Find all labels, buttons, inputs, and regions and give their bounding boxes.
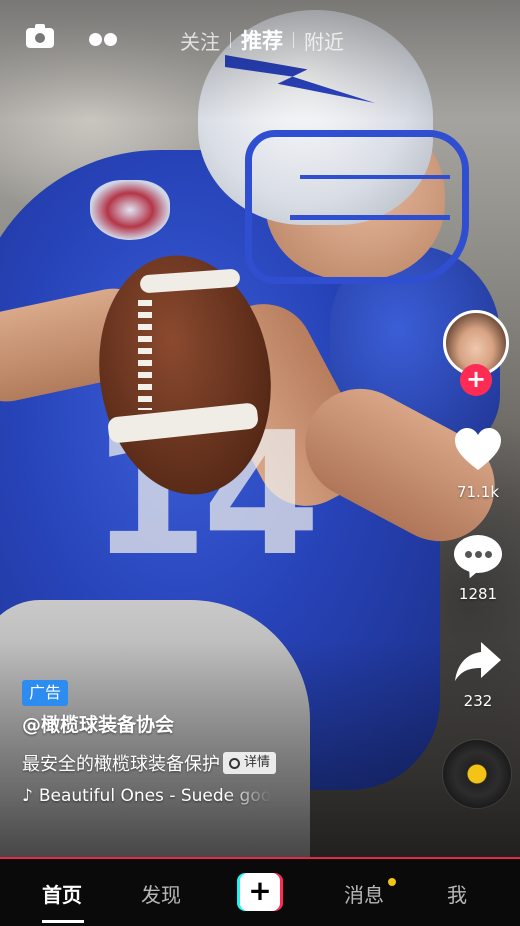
description-text: 最安全的橄榄球装备保护	[22, 754, 220, 775]
comment-action[interactable]: 1281	[438, 535, 518, 603]
comment-icon[interactable]	[454, 535, 502, 581]
nav-me[interactable]: 我	[447, 879, 467, 908]
tab-nearby[interactable]: 附近	[302, 26, 346, 55]
camera-icon[interactable]	[26, 24, 54, 48]
ad-badge: 广告	[22, 680, 69, 706]
comment-count: 1281	[458, 585, 498, 603]
author-name[interactable]: @橄榄球装备协会	[22, 710, 174, 737]
top-shade	[0, 0, 520, 120]
tab-recommended[interactable]: 推荐	[239, 25, 285, 55]
nav-messages[interactable]: 消息	[344, 879, 384, 908]
facemask-bar	[290, 215, 450, 220]
facemask-bar	[300, 175, 450, 179]
like-count: 71.1k	[456, 483, 500, 501]
video-description: 最安全的橄榄球装备保护 详情	[22, 750, 277, 776]
share-count: 232	[463, 692, 493, 710]
jersey-patch	[90, 180, 170, 240]
bottom-nav: 首页 发现 + 消息 我	[0, 859, 520, 926]
nav-active-indicator	[42, 920, 84, 923]
tab-divider	[293, 32, 294, 48]
link-icon	[226, 755, 243, 771]
nav-discover[interactable]: 发现	[141, 879, 181, 908]
detail-label: 详情	[244, 755, 271, 770]
notification-dot	[388, 878, 396, 886]
music-note-icon: ♪	[22, 786, 33, 806]
top-bar: 关注 推荐 附近	[0, 22, 520, 58]
share-arrow-icon[interactable]	[453, 640, 503, 684]
video-feed-screen: 14 关注 推荐 附近 + 71.1k 1281 232 广告 @橄榄球装备协会…	[0, 0, 520, 926]
nav-home[interactable]: 首页	[42, 879, 82, 908]
music-marquee[interactable]: ♪ Beautiful Ones - Suede goo	[22, 783, 302, 809]
create-button[interactable]: +	[237, 873, 283, 911]
plus-icon: +	[240, 873, 280, 911]
tab-divider	[230, 32, 231, 48]
facemask-shape	[245, 130, 469, 284]
heart-icon[interactable]	[453, 425, 503, 475]
tab-following[interactable]: 关注	[178, 26, 222, 55]
detail-button[interactable]: 详情	[223, 752, 277, 774]
follow-plus-icon[interactable]: +	[460, 364, 492, 396]
like-action[interactable]: 71.1k	[438, 425, 518, 501]
music-disc-icon[interactable]	[443, 740, 511, 808]
football-laces	[138, 300, 152, 410]
music-title: Beautiful Ones - Suede goo	[38, 786, 272, 806]
live-dots-icon[interactable]	[89, 33, 119, 47]
share-action[interactable]: 232	[438, 640, 518, 710]
feed-tabs: 关注 推荐 附近	[178, 22, 346, 58]
